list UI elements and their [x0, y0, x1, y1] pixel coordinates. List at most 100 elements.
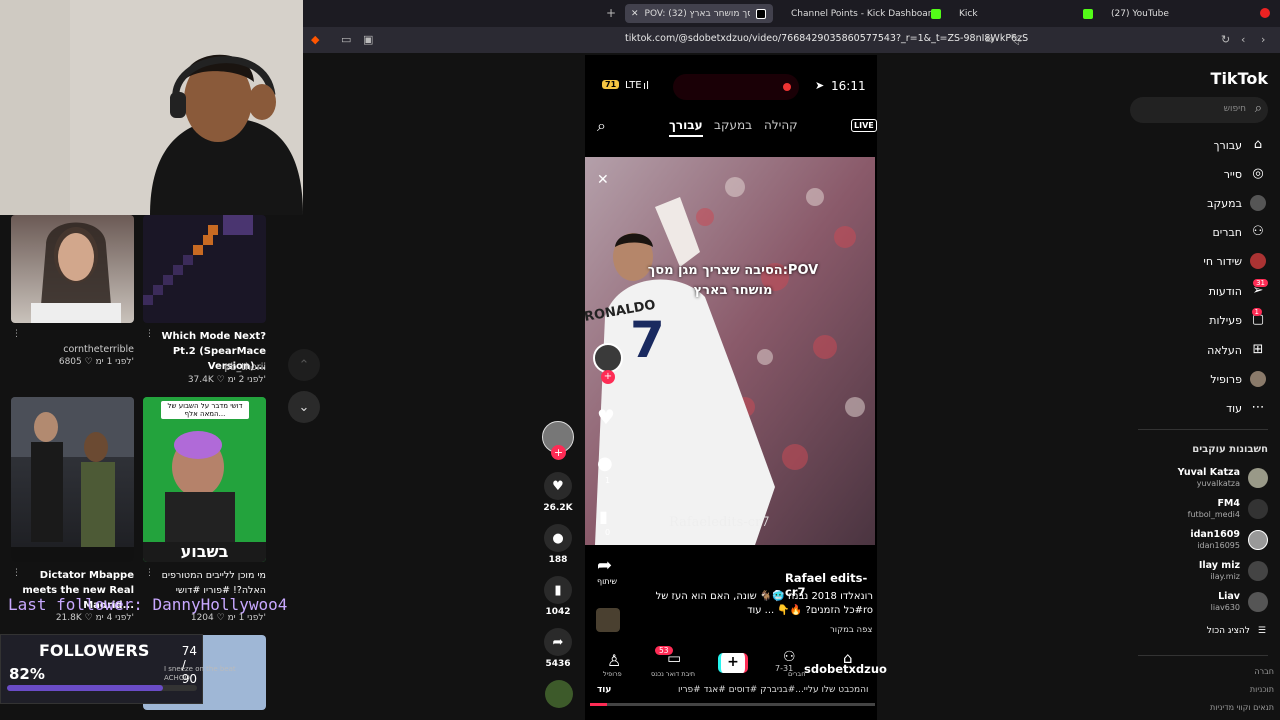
- bookmark-icon[interactable]: 🔖︎: [1010, 33, 1024, 46]
- avatar: [1248, 530, 1268, 550]
- following-account[interactable]: Yuval Katza yuvalkatza: [1178, 467, 1268, 489]
- more-icon: ⋯: [1251, 400, 1265, 415]
- heart-icon: ♥: [544, 472, 572, 500]
- like-button[interactable]: ♥ 26.2K: [538, 472, 578, 513]
- video-caption: רונאלדו 2018 נבנה 🥶🐐 שונה, האם הוא העז ש…: [655, 591, 873, 616]
- kick-favicon-icon: [1083, 8, 1093, 19]
- card-likes: 37.4K ♡ לפני 2 ימ': [187, 375, 266, 385]
- tab-following[interactable]: במעקב: [714, 118, 752, 132]
- live-icon: [1250, 253, 1266, 269]
- tab-community[interactable]: קהילה: [764, 118, 798, 132]
- tiktok-sidebar: TikTok חיפוש ⌕ עבורך ⌂ סייר ◎ במעקב חברים ⚇…: [1130, 55, 1280, 720]
- follow-plus-icon[interactable]: +: [601, 370, 615, 384]
- video-watermark: Rafaeledits-cr7: [669, 515, 770, 530]
- creator-avatar[interactable]: [593, 343, 623, 373]
- following-account[interactable]: Ilay miz ilay.miz: [1199, 560, 1268, 582]
- card-author[interactable]: pb_thorii: [150, 362, 266, 373]
- tiktok-favicon-icon: [755, 8, 766, 19]
- phone-clock: 16:11: [831, 79, 866, 93]
- new-tab-button[interactable]: +: [606, 6, 616, 20]
- comment-button[interactable]: ● 188: [538, 524, 578, 565]
- profile-nav-icon[interactable]: ♙: [607, 651, 621, 670]
- tab-kick-dashboard[interactable]: Channel Points - Kick Dashboard: [791, 4, 937, 23]
- nav-friends[interactable]: חברים ⚇: [1212, 224, 1266, 240]
- svg-text:7: 7: [630, 311, 665, 369]
- back-icon[interactable]: ‹: [1241, 33, 1245, 46]
- tab-for-you[interactable]: עבורך: [669, 118, 703, 137]
- nav-more[interactable]: עוד ⋯: [1226, 400, 1266, 416]
- streamer-webcam-image: [0, 0, 303, 215]
- sound-disc-icon[interactable]: [545, 680, 573, 708]
- nav-live[interactable]: שידור חי: [1203, 253, 1266, 269]
- webcam-feed: [0, 0, 303, 215]
- follow-plus-icon[interactable]: +: [551, 445, 566, 460]
- more-options-icon[interactable]: ⋮: [12, 329, 21, 339]
- save-button[interactable]: ▮ 1042: [538, 576, 578, 617]
- share-button[interactable]: ➦ 5436: [538, 628, 578, 669]
- tab-kick[interactable]: Kick: [931, 4, 978, 23]
- share-icon[interactable]: ➦: [597, 555, 612, 576]
- profile-icon: [1250, 371, 1266, 387]
- following-account[interactable]: FM4 futbol_medi4: [1188, 498, 1268, 520]
- more-link[interactable]: עוד: [597, 685, 611, 695]
- nav-for-you[interactable]: עבורך ⌂: [1214, 137, 1266, 153]
- scroll-down-button[interactable]: ⌄: [288, 391, 320, 423]
- video-progress-fill: [590, 703, 608, 706]
- search-icon[interactable]: ⌕: [1255, 101, 1262, 116]
- card-author[interactable]: corntheterrible: [35, 344, 134, 355]
- comment-icon[interactable]: ●: [597, 453, 613, 474]
- footer-link[interactable]: תנאים וקווי מדיניות: [1210, 703, 1274, 712]
- close-tab-icon[interactable]: ✕: [631, 9, 639, 19]
- friends-nav-label[interactable]: חברים: [788, 670, 805, 678]
- url-field[interactable]: tiktok.com/@sdobetxdzuo/video/7668429035…: [625, 33, 1028, 44]
- activity-badge: 1: [1251, 308, 1262, 316]
- inbox-nav-label[interactable]: תיבת דואר נכנס: [651, 670, 695, 678]
- nav-upload[interactable]: העלאה ⊞: [1207, 342, 1266, 358]
- avatar: [1248, 592, 1268, 612]
- nav-explore[interactable]: סייר ◎: [1224, 166, 1266, 182]
- search-input[interactable]: חיפוש ⌕: [1130, 97, 1268, 123]
- video-thumbnail-3[interactable]: [11, 397, 134, 562]
- nav-profile[interactable]: פרופיל: [1210, 371, 1266, 387]
- extensions-icon[interactable]: ▣: [363, 33, 373, 46]
- heart-icon[interactable]: ♥: [597, 405, 615, 429]
- divider: [1138, 429, 1268, 430]
- video-thumbnail-4[interactable]: דושי מדבר על השבוע של המאה אלף... בשבוע: [143, 397, 266, 562]
- footer-link[interactable]: חברה: [1254, 667, 1274, 676]
- search-icon[interactable]: ⌕: [597, 116, 606, 136]
- thumb-banner: בשבוע: [180, 542, 229, 561]
- following-account[interactable]: idan1609 idan16095: [1190, 529, 1268, 551]
- profile-nav-label[interactable]: פרופיל: [603, 670, 622, 678]
- footer-link[interactable]: תוכניות: [1250, 685, 1274, 694]
- nav-following[interactable]: במעקב: [1207, 195, 1266, 211]
- sidebar-toggle-icon[interactable]: ▭: [341, 33, 351, 46]
- live-button[interactable]: LIVE: [851, 119, 877, 132]
- tiktok-logo[interactable]: TikTok: [1211, 69, 1268, 88]
- share-page-icon[interactable]: ⇆: [985, 33, 994, 46]
- reload-icon[interactable]: ↻: [1221, 33, 1230, 46]
- create-video-button[interactable]: +: [718, 653, 748, 673]
- card-likes: 6805 ♡ לפני 1 ימ': [58, 357, 134, 367]
- video-frame[interactable]: 7 RONALDO ✕ הסיבה שצריך מגן מסך:POV מושח…: [585, 157, 875, 545]
- sound-disc-avatar[interactable]: [596, 608, 620, 632]
- card-likes: 21.8K ♡ לפני 4 ימ': [55, 613, 134, 623]
- card-title[interactable]: מי מוכן ללייבים המטורפים האלה?! #פוריו #…: [150, 568, 266, 598]
- forward-icon[interactable]: ›: [1261, 33, 1265, 46]
- video-thumbnail-1[interactable]: [11, 215, 134, 323]
- following-account[interactable]: Liav liav630: [1211, 591, 1268, 613]
- last-follower-overlay: Last follower: DannyHollywoo4: [8, 595, 288, 614]
- view-source-link[interactable]: צפה במקור: [830, 625, 872, 635]
- home-nav-label[interactable]: sdobetxdzuo: [804, 662, 887, 676]
- show-all-link[interactable]: להציג הכול ☰: [1207, 626, 1266, 636]
- brave-shield-icon[interactable]: ◆: [311, 33, 319, 46]
- follower-subtext: I sneeze on the beat ACHOO: [164, 665, 236, 682]
- tab-label: Kick: [959, 8, 978, 19]
- video-thumbnail-2[interactable]: [143, 215, 266, 323]
- scroll-up-button[interactable]: ⌃: [288, 349, 320, 381]
- friends-nav-icon[interactable]: ⚇: [783, 649, 796, 665]
- bookmark-icon[interactable]: ▮: [599, 507, 608, 526]
- tab-youtube[interactable]: (27) YouTube: [1083, 4, 1169, 23]
- kick-favicon-icon: [931, 8, 941, 19]
- video-progress-track[interactable]: [590, 703, 875, 706]
- tab-tiktok[interactable]: ✕ POV: מסך מושחר בארץ (32): [625, 4, 773, 23]
